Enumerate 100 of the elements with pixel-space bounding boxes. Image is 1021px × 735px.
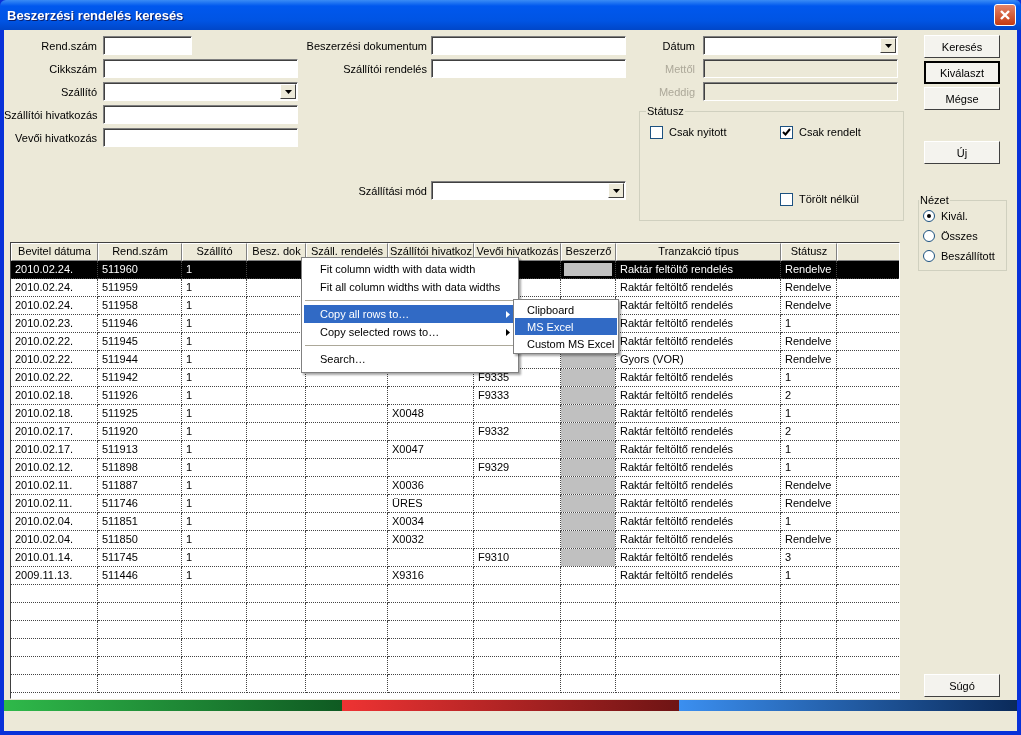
input-field[interactable] (431, 59, 626, 78)
radio-button[interactable] (923, 230, 935, 242)
close-icon (999, 9, 1011, 21)
table-row[interactable]: 2009.11.13. 511446 1 X9316 Raktár feltöltő rendelés 1 (11, 567, 899, 585)
table-cell: 511945 (102, 335, 138, 347)
dialog-button[interactable]: Mégse (924, 87, 1000, 110)
checkbox[interactable] (780, 125, 793, 139)
table-cell: 1 (785, 317, 792, 329)
table-cell: Gyors (VOR) (620, 353, 684, 365)
table-cell: X0034 (392, 515, 424, 527)
table-cell: X0036 (392, 479, 424, 491)
table-row[interactable]: 2010.02.22. 511942 1 F9335 Raktár feltöltő rendelés 1 (11, 369, 899, 387)
column-header[interactable]: Státusz (781, 243, 837, 261)
table-cell: 2010.02.17. (15, 443, 74, 455)
table-row[interactable]: 2010.02.18. 511925 1 X0048 Raktár feltöltő rendelés 1 (11, 405, 899, 423)
table-cell: Rendelve (785, 533, 832, 545)
table-row[interactable]: 2010.02.18. 511926 1 F9333 Raktár feltöltő rendelés 2 (11, 387, 899, 405)
field-label: Szállítási mód (357, 184, 427, 197)
column-header[interactable]: Beszerző (561, 243, 616, 261)
table-cell: 2009.11.13. (15, 569, 73, 581)
table-cell: Raktár feltöltő rendelés (620, 335, 734, 347)
table-cell: 1 (186, 497, 193, 509)
table-cell: 1 (785, 461, 792, 473)
table-cell: 1 (186, 335, 193, 347)
menu-item[interactable]: Copy all rows to… (304, 305, 516, 323)
close-button[interactable] (994, 4, 1016, 26)
table-cell: Raktár feltöltő rendelés (620, 551, 734, 563)
dialog-button[interactable]: Kiválaszt (924, 61, 1000, 84)
radio-button[interactable] (923, 250, 935, 262)
table-row[interactable]: 2010.02.04. 511851 1 X0034 Raktár feltöltő rendelés 1 (11, 513, 899, 531)
column-header[interactable]: Rend.szám (98, 243, 182, 261)
menu-item[interactable]: Fit all column widths with data widths (304, 278, 516, 296)
dialog-button[interactable]: Keresés (924, 35, 1000, 58)
table-cell: 1 (186, 353, 193, 365)
dropdown-field[interactable] (703, 36, 898, 55)
table-cell: 511745 (102, 551, 138, 563)
help-button[interactable]: Súgó (924, 674, 1000, 697)
dropdown-arrow-icon (284, 89, 292, 94)
field-label: Dátum (661, 39, 695, 52)
table-cell: 1 (186, 389, 193, 401)
input-field[interactable] (431, 36, 626, 55)
menu-item[interactable]: Search… (304, 350, 516, 368)
table-cell: 2010.02.11. (15, 479, 73, 491)
input-field[interactable] (103, 36, 192, 55)
table-cell: Raktár feltöltő rendelés (620, 533, 734, 545)
field-label: Beszerzési dokumentum (305, 39, 427, 52)
field-label: Szállító (59, 85, 97, 98)
table-cell: 2010.02.24. (15, 281, 74, 293)
table-row[interactable]: 2010.02.12. 511898 1 F9329 Raktár feltöltő rendelés 1 (11, 459, 899, 477)
input-field[interactable] (103, 105, 298, 124)
table-cell: Rendelve (785, 335, 832, 347)
checkbox[interactable] (650, 125, 663, 139)
column-header[interactable]: Tranzakció típus (616, 243, 781, 261)
table-cell: Raktár feltöltő rendelés (620, 389, 734, 401)
submenu-arrow-icon (506, 328, 510, 336)
table-cell: 1 (186, 569, 193, 581)
table-cell: 1 (186, 299, 193, 311)
column-header[interactable]: Bevitel dátuma (11, 243, 98, 261)
menu-item[interactable]: Fit column width with data width (304, 260, 516, 278)
table-row[interactable]: 2010.02.11. 511887 1 X0036 Raktár feltöltő rendelés Rendelve (11, 477, 899, 495)
table-cell: 1 (186, 371, 193, 383)
table-row[interactable]: 2010.01.14. 511745 1 F9310 Raktár feltöltő rendelés 3 (11, 549, 899, 567)
new-button[interactable]: Új (924, 141, 1000, 164)
radio-button[interactable] (923, 210, 935, 222)
table-row[interactable]: 2010.02.17. 511920 1 F9332 Raktár feltöltő rendelés 2 (11, 423, 899, 441)
dropdown-field[interactable] (431, 181, 626, 200)
menu-item[interactable]: Copy selected rows to… (304, 323, 516, 341)
table-cell: Raktár feltöltő rendelés (620, 461, 734, 473)
field-label: Mettől (664, 62, 695, 75)
table-cell: 511946 (102, 317, 138, 329)
table-cell: 2010.02.18. (15, 389, 74, 401)
dropdown-field[interactable] (103, 82, 298, 101)
table-cell: 511926 (102, 389, 138, 401)
table-row[interactable]: 2010.02.04. 511850 1 X0032 Raktár feltöltő rendelés Rendelve (11, 531, 899, 549)
table-cell: 1 (186, 263, 193, 275)
table-row[interactable]: 2010.02.17. 511913 1 X0047 Raktár feltöltő rendelés 1 (11, 441, 899, 459)
menu-item[interactable]: Custom MS Excel (515, 335, 617, 352)
radio-label: Beszállított (941, 250, 995, 262)
column-header[interactable]: Szállító (182, 243, 247, 261)
table-cell: 511851 (102, 515, 138, 527)
field-label: Vevői hivatkozás (14, 131, 97, 144)
table-cell: Rendelve (785, 299, 832, 311)
table-cell: Rendelve (785, 353, 832, 365)
table-cell: F9335 (478, 371, 510, 383)
table-cell: 511898 (102, 461, 138, 473)
input-field[interactable] (103, 59, 298, 78)
input-field[interactable] (103, 128, 298, 147)
table-cell: 511887 (102, 479, 138, 491)
table-row[interactable]: 2010.02.11. 511746 1 ÜRES Raktár feltöltő rendelés Rendelve (11, 495, 899, 513)
dropdown-arrow-icon (884, 43, 892, 48)
table-cell: 2010.02.22. (15, 335, 74, 347)
table-cell: Raktár feltöltő rendelés (620, 281, 734, 293)
checkbox[interactable] (780, 192, 793, 206)
table-cell: 511960 (102, 263, 138, 275)
table-cell: 1 (785, 407, 792, 419)
menu-item[interactable]: Clipboard (515, 301, 617, 318)
column-header[interactable]: Besz. dok (247, 243, 306, 261)
radio-label: Összes (941, 230, 978, 242)
table-cell: Raktár feltöltő rendelés (620, 515, 734, 527)
menu-item[interactable]: MS Excel (515, 318, 617, 335)
